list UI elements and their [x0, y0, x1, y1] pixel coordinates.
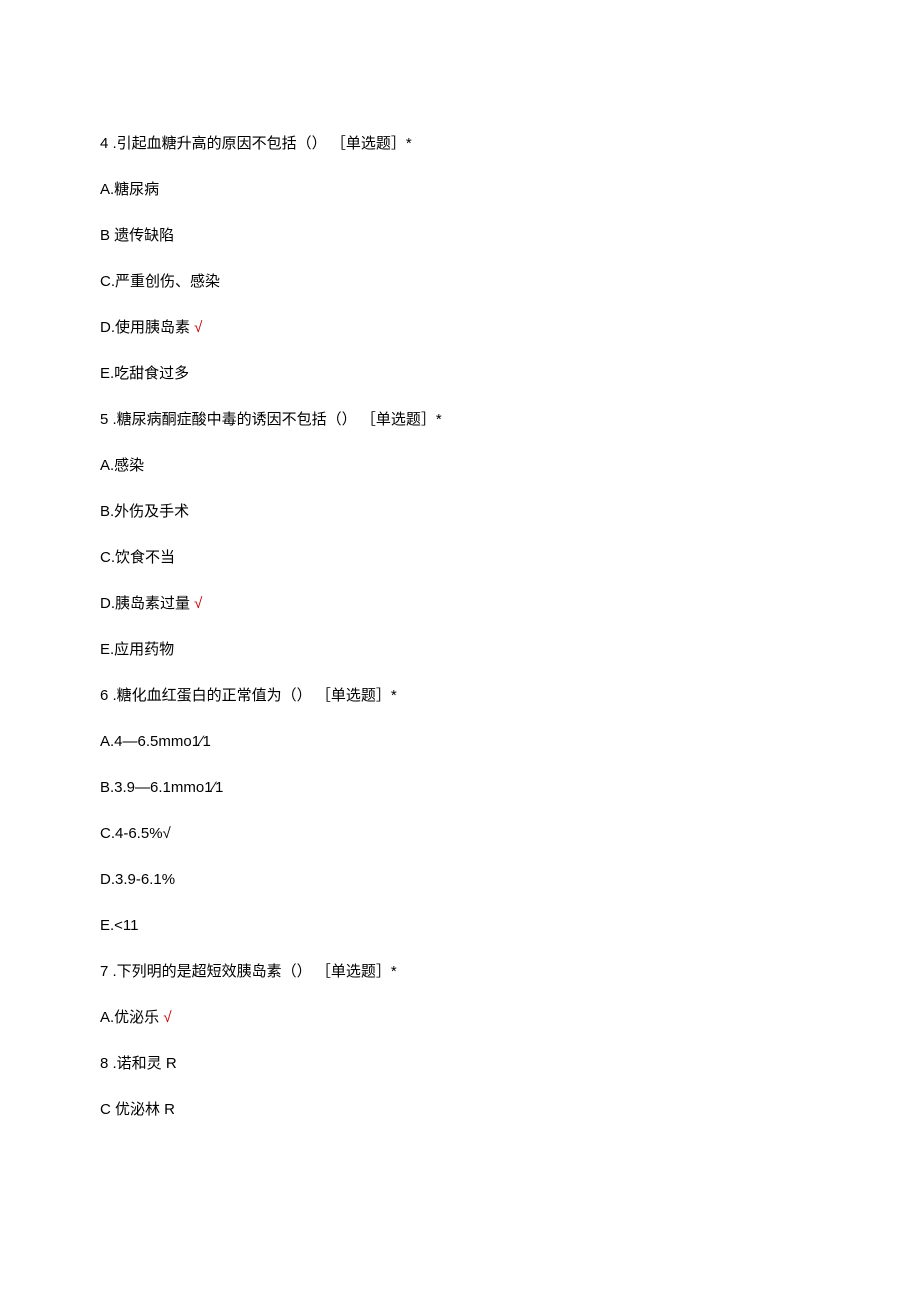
question-block: 7 .下列明的是超短效胰岛素（） ［单选题］* A.优泌乐 √ 8 .诺和灵 R C …: [100, 960, 820, 1122]
option: B.外伤及手术: [100, 500, 820, 524]
option: D.3.9-6.1%: [100, 868, 820, 892]
option: E.应用药物: [100, 638, 820, 662]
option: D.胰岛素过量 √: [100, 592, 820, 616]
option-label: E.应用药物: [100, 641, 174, 658]
option: 8 .诺和灵 R: [100, 1052, 820, 1076]
option-label: A.糖尿病: [100, 181, 159, 198]
question-stem: .引起血糖升高的原因不包括（） ［单选题］*: [108, 135, 411, 152]
option: C.4-6.5%√: [100, 822, 820, 846]
check-icon: √: [190, 319, 202, 336]
question-text: 7 .下列明的是超短效胰岛素（） ［单选题］*: [100, 960, 820, 984]
option: E.吃甜食过多: [100, 362, 820, 386]
question-stem: .下列明的是超短效胰岛素（） ［单选题］*: [108, 963, 396, 980]
option-label: B.3.9—6.1mmo1∕1: [100, 779, 223, 796]
question-block: 6 .糖化血红蛋白的正常值为（） ［单选题］* A.4—6.5mmo1∕1 B.3.…: [100, 684, 820, 938]
question-block: 5 .糖尿病酮症酸中毒的诱因不包括（） ［单选题］* A.感染 B.外伤及手术 C.饮…: [100, 408, 820, 662]
option-label: D.使用胰岛素: [100, 319, 190, 336]
option-label: E.<11: [100, 917, 139, 934]
option-label: C 优泌林 R: [100, 1101, 175, 1118]
option: C 优泌林 R: [100, 1098, 820, 1122]
option: A.优泌乐 √: [100, 1006, 820, 1030]
option: D.使用胰岛素 √: [100, 316, 820, 340]
option-label: E.吃甜食过多: [100, 365, 189, 382]
question-block: 4 .引起血糖升高的原因不包括（） ［单选题］* A.糖尿病 B 遗传缺陷 C.严重创…: [100, 132, 820, 386]
option-label: 8 .诺和灵 R: [100, 1055, 177, 1072]
option-label: A.优泌乐: [100, 1009, 159, 1026]
question-stem: .糖尿病酮症酸中毒的诱因不包括（） ［单选题］*: [108, 411, 441, 428]
option-label: D.胰岛素过量: [100, 595, 190, 612]
option-label: A.感染: [100, 457, 144, 474]
option: C.饮食不当: [100, 546, 820, 570]
option-label: B 遗传缺陷: [100, 227, 174, 244]
option: C.严重创伤、感染: [100, 270, 820, 294]
option: A.感染: [100, 454, 820, 478]
check-icon: √: [190, 595, 202, 612]
check-icon: √: [159, 1009, 171, 1026]
option: B.3.9—6.1mmo1∕1: [100, 776, 820, 800]
option: A.糖尿病: [100, 178, 820, 202]
option: B 遗传缺陷: [100, 224, 820, 248]
option-label: D.3.9-6.1%: [100, 871, 175, 888]
question-text: 5 .糖尿病酮症酸中毒的诱因不包括（） ［单选题］*: [100, 408, 820, 432]
option: E.<11: [100, 914, 820, 938]
question-text: 6 .糖化血红蛋白的正常值为（） ［单选题］*: [100, 684, 820, 708]
option-label: C.饮食不当: [100, 549, 175, 566]
option-label: A.4—6.5mmo1∕1: [100, 733, 211, 750]
option-label: C.4-6.5%√: [100, 825, 171, 842]
option: A.4—6.5mmo1∕1: [100, 730, 820, 754]
question-stem: .糖化血红蛋白的正常值为（） ［单选题］*: [108, 687, 396, 704]
option-label: C.严重创伤、感染: [100, 273, 220, 290]
option-label: B.外伤及手术: [100, 503, 189, 520]
question-text: 4 .引起血糖升高的原因不包括（） ［单选题］*: [100, 132, 820, 156]
